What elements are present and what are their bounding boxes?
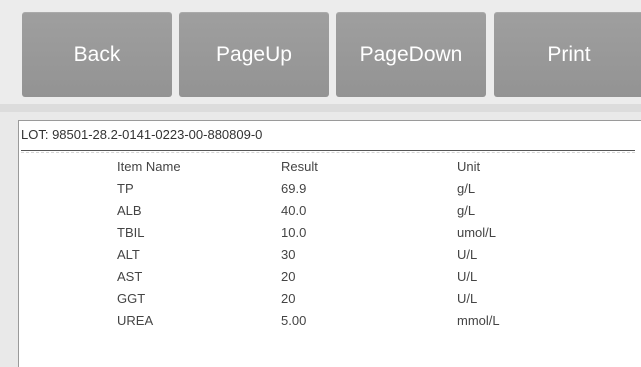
- lot-number: LOT: 98501-28.2-0141-0223-00-880809-0: [21, 127, 263, 142]
- item-name: ALB: [117, 203, 142, 218]
- item-result: 20: [281, 291, 296, 306]
- item-unit: g/L: [457, 181, 476, 196]
- table-row: ALT 30 U/L: [19, 247, 641, 267]
- item-unit: U/L: [457, 291, 478, 306]
- item-unit: umol/L: [457, 225, 497, 240]
- table-row: ALB 40.0 g/L: [19, 203, 641, 223]
- item-name: AST: [117, 269, 143, 284]
- table-row: AST 20 U/L: [19, 269, 641, 289]
- table-row: TP 69.9 g/L: [19, 181, 641, 201]
- page-up-button[interactable]: PageUp: [179, 12, 329, 97]
- toolbar: Back PageUp PageDown Print: [0, 0, 641, 104]
- print-button[interactable]: Print: [494, 12, 641, 97]
- item-unit: g/L: [457, 203, 476, 218]
- item-result: 10.0: [281, 225, 307, 240]
- item-unit: U/L: [457, 247, 478, 262]
- table-row: TBIL 10.0 umol/L: [19, 225, 641, 245]
- item-result: 69.9: [281, 181, 307, 196]
- item-result: 40.0: [281, 203, 307, 218]
- lot-divider-dashed: [21, 152, 635, 153]
- item-name: ALT: [117, 247, 140, 262]
- back-button[interactable]: Back: [22, 12, 172, 97]
- table-header-row: Item Name Result Unit: [19, 159, 641, 179]
- report-panel: LOT: 98501-28.2-0141-0223-00-880809-0 It…: [18, 120, 641, 367]
- item-unit: U/L: [457, 269, 478, 284]
- item-result: 5.00: [281, 313, 307, 328]
- header-unit: Unit: [457, 159, 481, 174]
- lot-divider: [21, 150, 635, 151]
- item-unit: mmol/L: [457, 313, 500, 328]
- header-item-name: Item Name: [117, 159, 181, 174]
- item-name: TBIL: [117, 225, 145, 240]
- table-row: GGT 20 U/L: [19, 291, 641, 311]
- item-name: GGT: [117, 291, 146, 306]
- table-row: UREA 5.00 mmol/L: [19, 313, 641, 333]
- item-result: 30: [281, 247, 296, 262]
- page-down-button[interactable]: PageDown: [336, 12, 486, 97]
- item-name: TP: [117, 181, 134, 196]
- item-result: 20: [281, 269, 296, 284]
- item-name: UREA: [117, 313, 154, 328]
- header-result: Result: [281, 159, 318, 174]
- toolbar-separator: [0, 104, 641, 112]
